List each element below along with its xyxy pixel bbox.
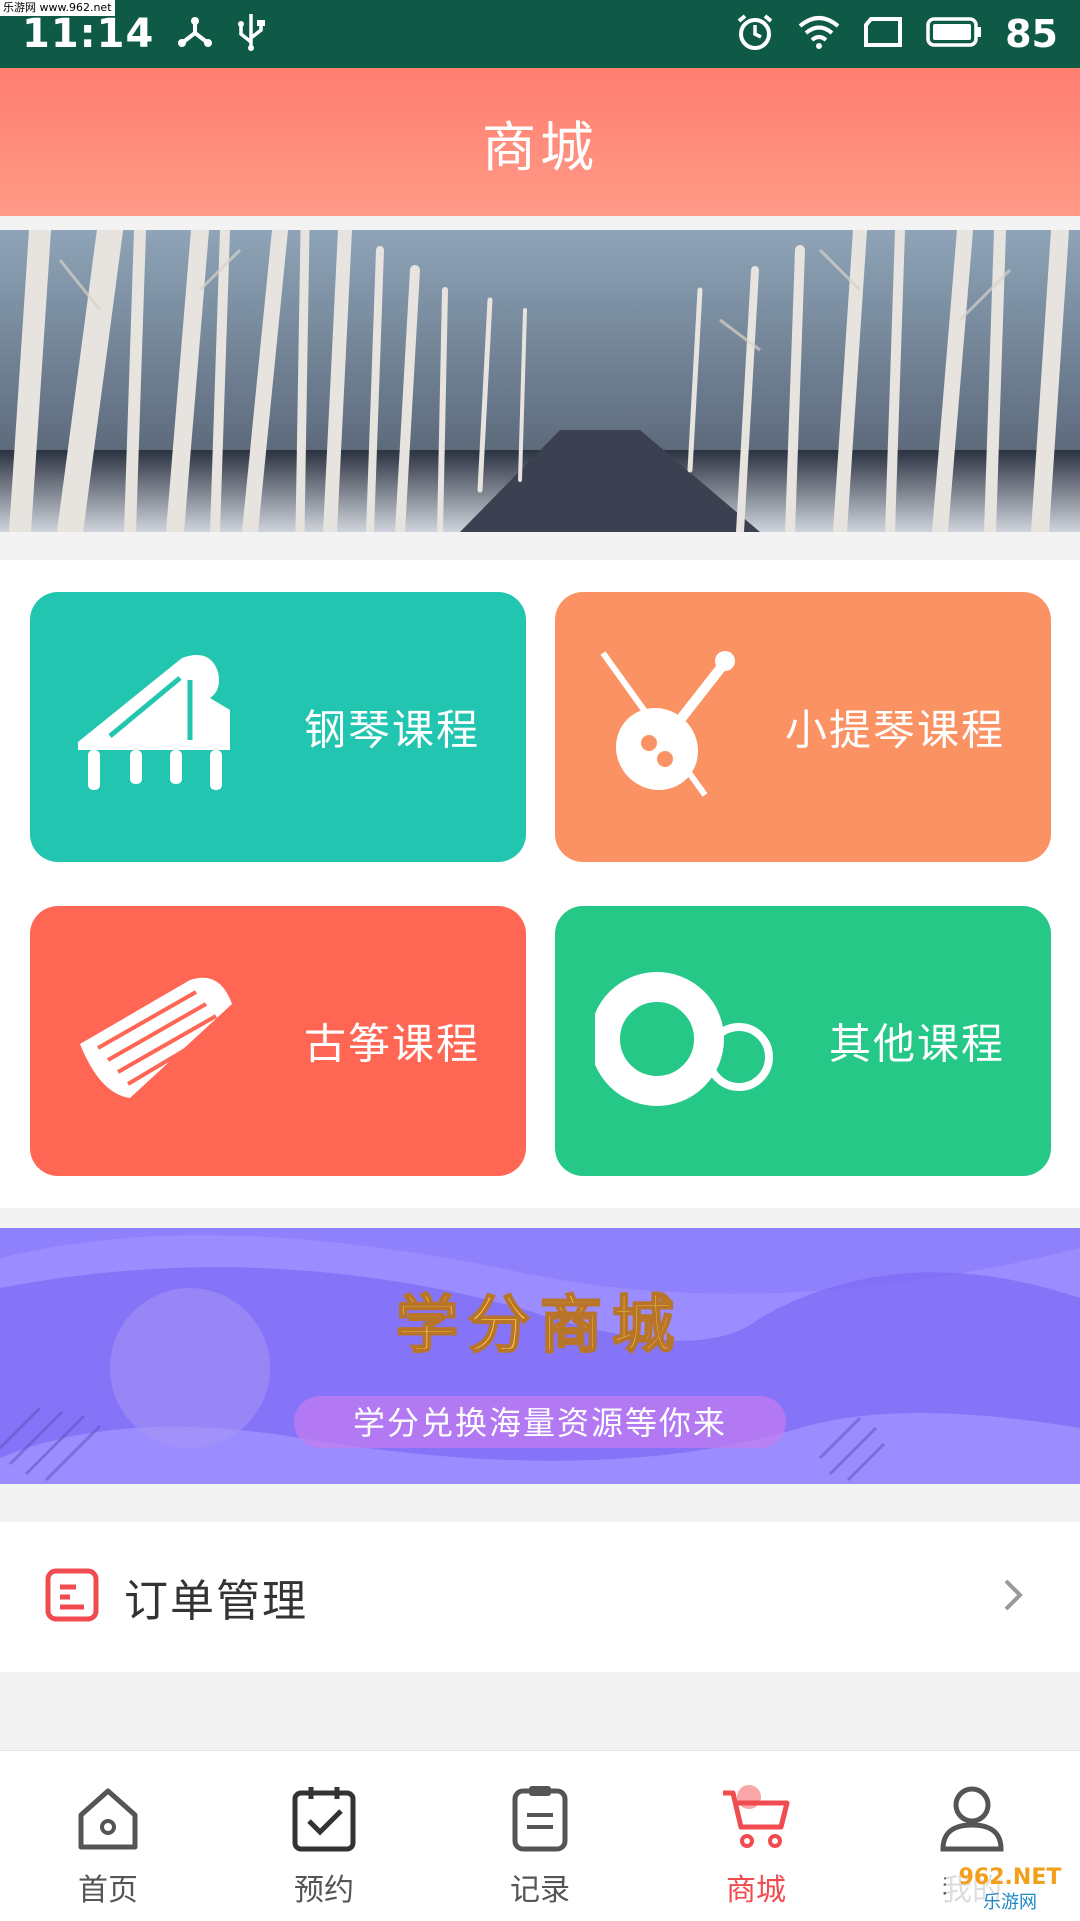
- nav-appointment[interactable]: 预约: [216, 1751, 432, 1921]
- violin-course-label: 小提琴课程: [784, 705, 1005, 755]
- other-course-label: 其他课程: [828, 1019, 1005, 1069]
- piano-icon: [70, 650, 240, 804]
- watermark-top: 乐游网 www.962.net: [0, 0, 115, 16]
- order-icon: [44, 1567, 100, 1627]
- usb-share-icon: [176, 13, 214, 55]
- nav-mall-label: 商城: [726, 1873, 786, 1908]
- chevron-right-icon: [1002, 1577, 1024, 1617]
- other-course-card[interactable]: 其他课程: [555, 906, 1051, 1176]
- top-banner-image[interactable]: [0, 230, 1080, 532]
- watermark-logo-bottom: 乐游网: [983, 1892, 1037, 1913]
- nav-records[interactable]: 记录: [432, 1751, 648, 1921]
- clipboard-icon: [505, 1783, 575, 1857]
- usb-icon: [236, 12, 266, 56]
- piano-course-card[interactable]: 钢琴课程: [30, 592, 526, 862]
- credit-mall-banner[interactable]: 学分商城 学分兑换海量资源等你来: [0, 1228, 1080, 1484]
- battery-level: 85: [1005, 12, 1058, 56]
- status-bar: 11:14 85: [0, 0, 1080, 68]
- order-management-row[interactable]: 订单管理: [0, 1522, 1080, 1672]
- nav-mall[interactable]: 商城: [648, 1751, 864, 1921]
- guzheng-course-card[interactable]: 古筝课程: [30, 906, 526, 1176]
- nav-appointment-label: 预约: [294, 1873, 354, 1908]
- home-icon: [73, 1783, 143, 1857]
- promo-title: 学分商城: [396, 1288, 684, 1361]
- alarm-icon: [735, 12, 775, 56]
- circles-icon: [590, 969, 775, 1113]
- promo-subtitle: 学分兑换海量资源等你来: [353, 1404, 727, 1442]
- violin-icon: [595, 645, 745, 809]
- guzheng-icon: [70, 974, 240, 1108]
- nav-home[interactable]: 首页: [0, 1751, 216, 1921]
- calendar-check-icon: [289, 1783, 359, 1857]
- status-time: 11:14: [22, 11, 155, 57]
- battery-icon: [925, 16, 983, 52]
- violin-course-card[interactable]: 小提琴课程: [555, 592, 1051, 862]
- nav-home-label: 首页: [78, 1873, 138, 1908]
- status-right: 85: [735, 12, 1058, 56]
- bottom-nav: 首页 预约 记录 商城: [0, 1750, 1080, 1921]
- cart-icon: [719, 1783, 793, 1857]
- sim-icon: [863, 16, 903, 52]
- status-left: 11:14: [22, 11, 266, 57]
- guzheng-course-label: 古筝课程: [303, 1019, 480, 1069]
- user-icon: [937, 1783, 1007, 1857]
- piano-course-label: 钢琴课程: [303, 705, 480, 755]
- watermark-logo: 962.NET 乐游网: [946, 1858, 1074, 1914]
- app-header: 商城: [0, 68, 1080, 216]
- watermark-logo-top: 962.NET: [959, 1865, 1062, 1890]
- nav-records-label: 记录: [510, 1873, 570, 1908]
- wifi-icon: [797, 14, 841, 54]
- order-management-label: 订单管理: [124, 1576, 308, 1627]
- page-title: 商城: [482, 115, 598, 179]
